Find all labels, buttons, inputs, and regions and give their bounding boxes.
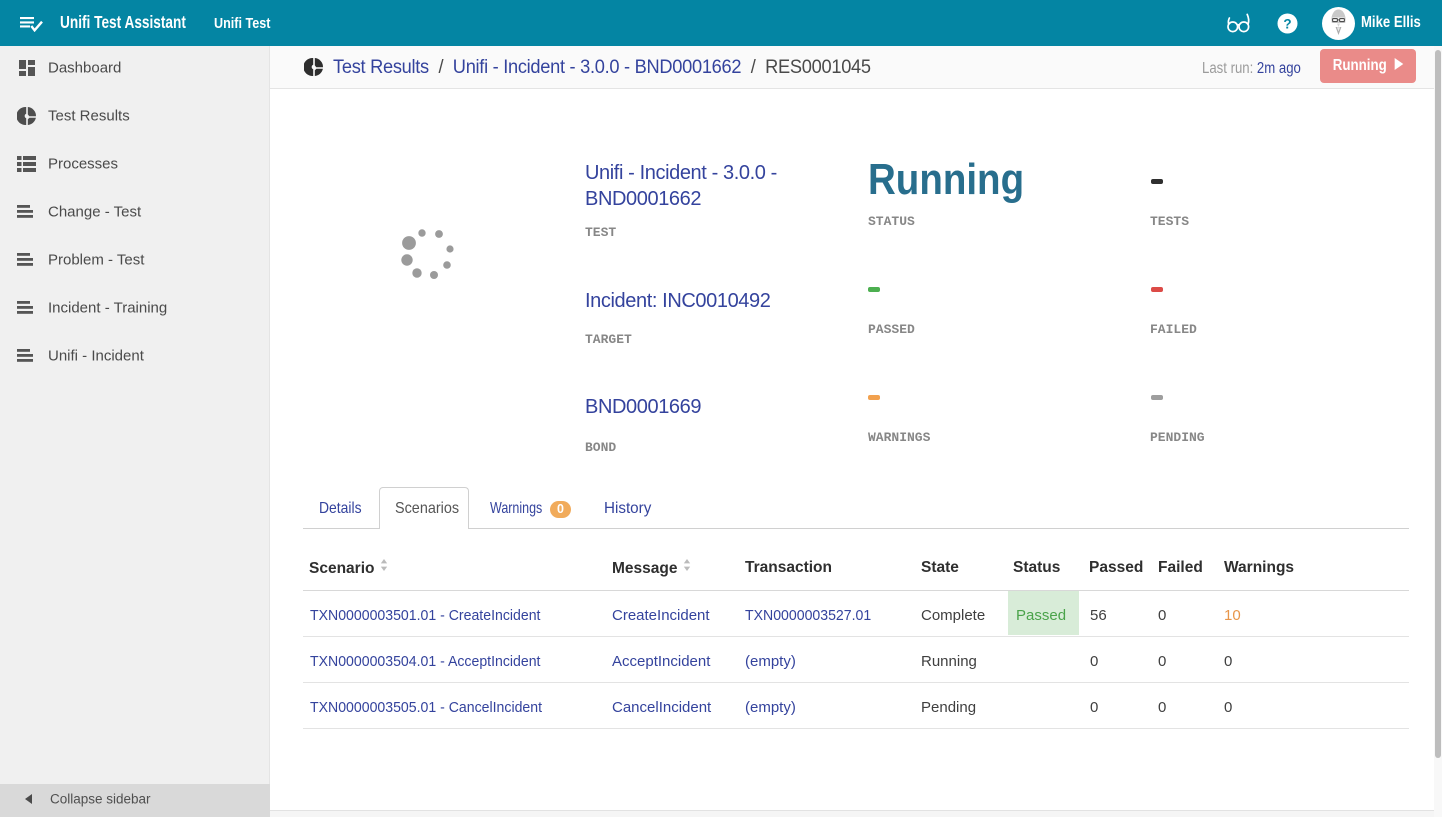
svg-text:?: ? [1283,16,1291,31]
